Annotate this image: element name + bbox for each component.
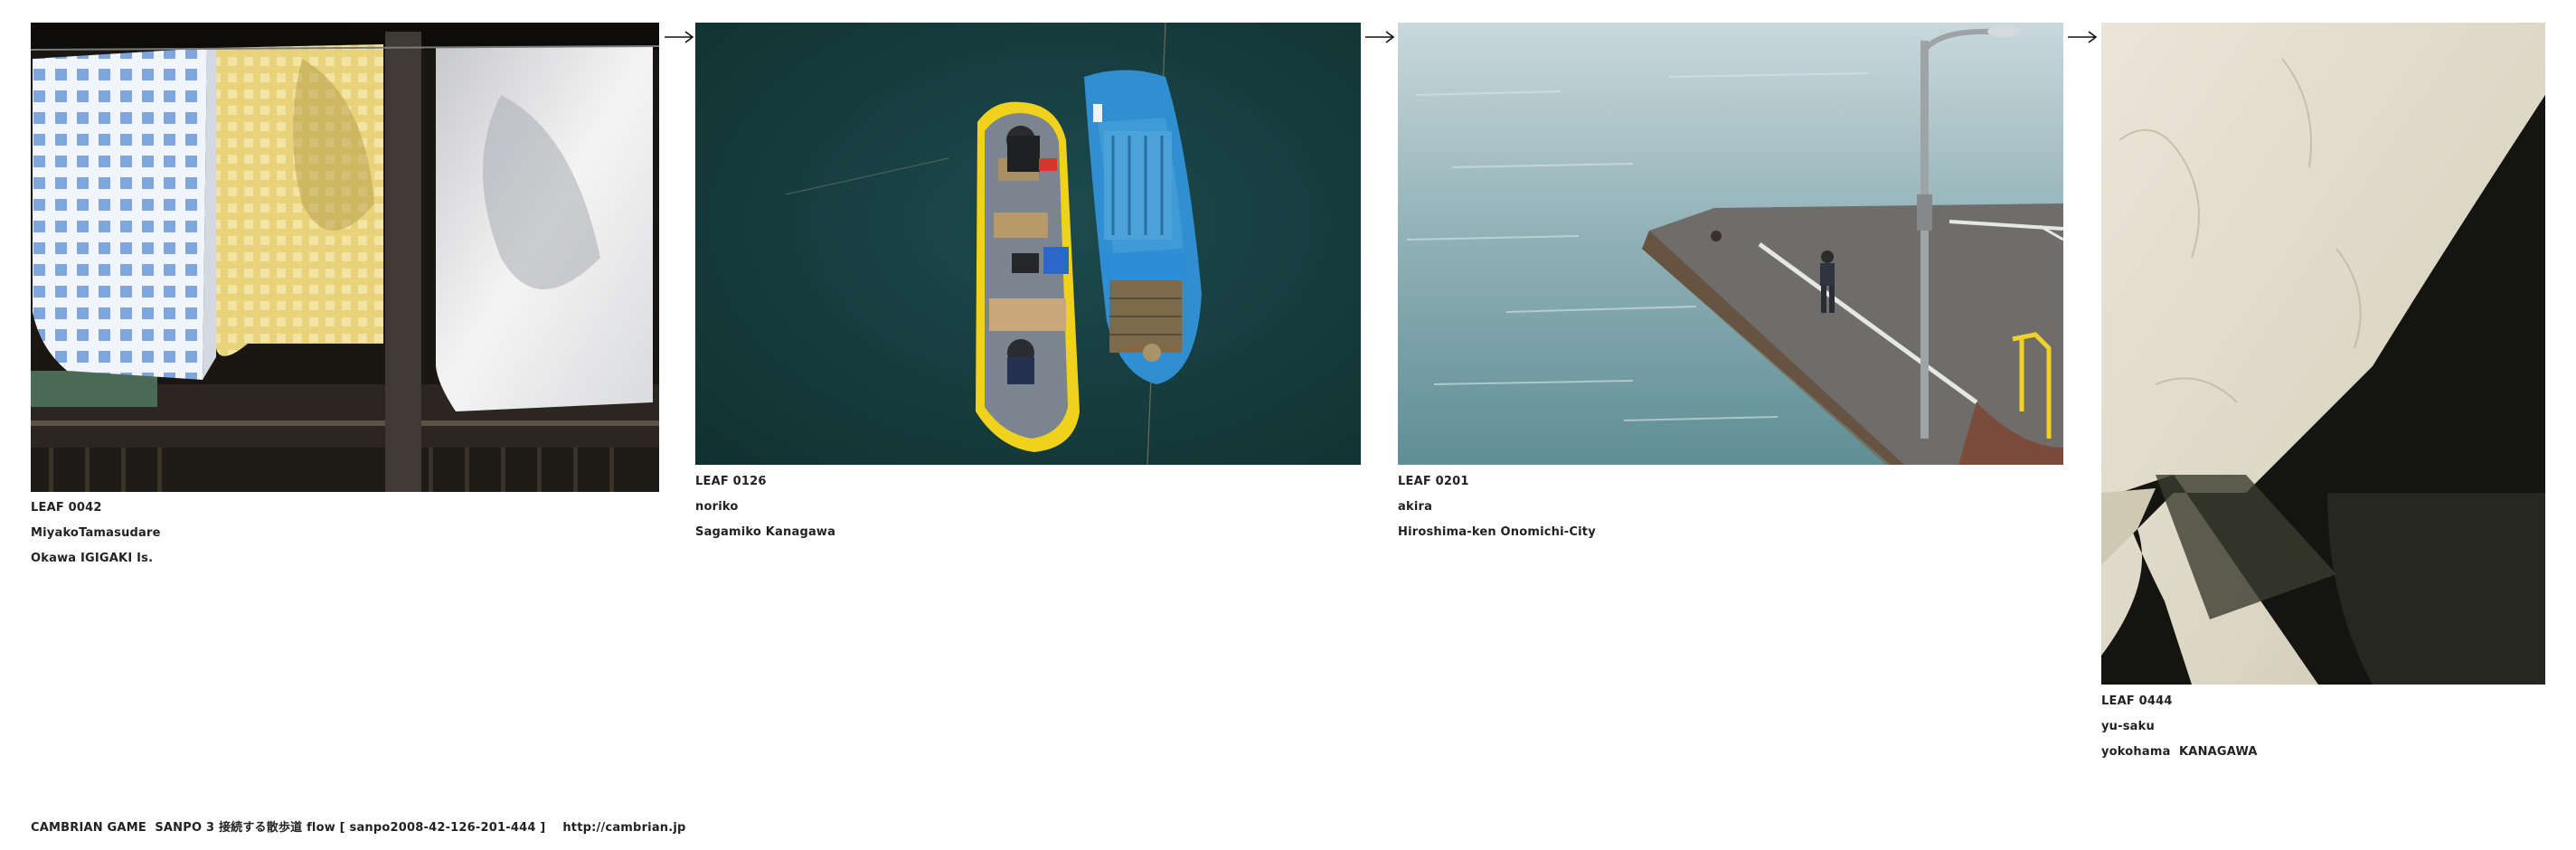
contributor-name: yu-saku bbox=[2101, 720, 2155, 733]
location: Okawa IGIGAKI Is. bbox=[31, 552, 154, 565]
leaf-0201-caption: LEAF 0201 akira Hiroshima-ken Onomichi-C… bbox=[1398, 469, 1596, 545]
contributor-name: noriko bbox=[695, 500, 739, 514]
leaf-0444-caption: LEAF 0444 yu-saku yokohama KANAGAWA bbox=[2101, 689, 2258, 765]
photo-towels[interactable] bbox=[31, 23, 659, 492]
leaf-number[interactable]: LEAF 0444 bbox=[2101, 689, 2258, 714]
leaf-0126-caption: LEAF 0126 noriko Sagamiko Kanagawa bbox=[695, 469, 835, 545]
location: yokohama KANAGAWA bbox=[2101, 745, 2258, 759]
arrow-right-icon bbox=[1364, 29, 1395, 45]
leaf-0042-caption: LEAF 0042 MiyakoTamasudare Okawa IGIGAKI… bbox=[31, 496, 161, 571]
location: Sagamiko Kanagawa bbox=[695, 525, 836, 539]
leaf-number[interactable]: LEAF 0042 bbox=[31, 496, 161, 521]
arrow-right-icon bbox=[664, 29, 694, 45]
leaf-number[interactable]: LEAF 0126 bbox=[695, 469, 835, 495]
photo-boats[interactable] bbox=[695, 23, 1361, 465]
location: Hiroshima-ken Onomichi-City bbox=[1398, 525, 1596, 539]
photo-pier[interactable] bbox=[1398, 23, 2063, 465]
footer-credits: CAMBRIAN GAME SANPO 3 接続する散歩道 flow [ san… bbox=[31, 821, 686, 835]
contributor-name: akira bbox=[1398, 500, 1433, 514]
photo-shadow-wall[interactable] bbox=[2101, 23, 2545, 685]
arrow-right-icon bbox=[2067, 29, 2098, 45]
contributor-name: MiyakoTamasudare bbox=[31, 526, 161, 540]
leaf-number[interactable]: LEAF 0201 bbox=[1398, 469, 1596, 495]
